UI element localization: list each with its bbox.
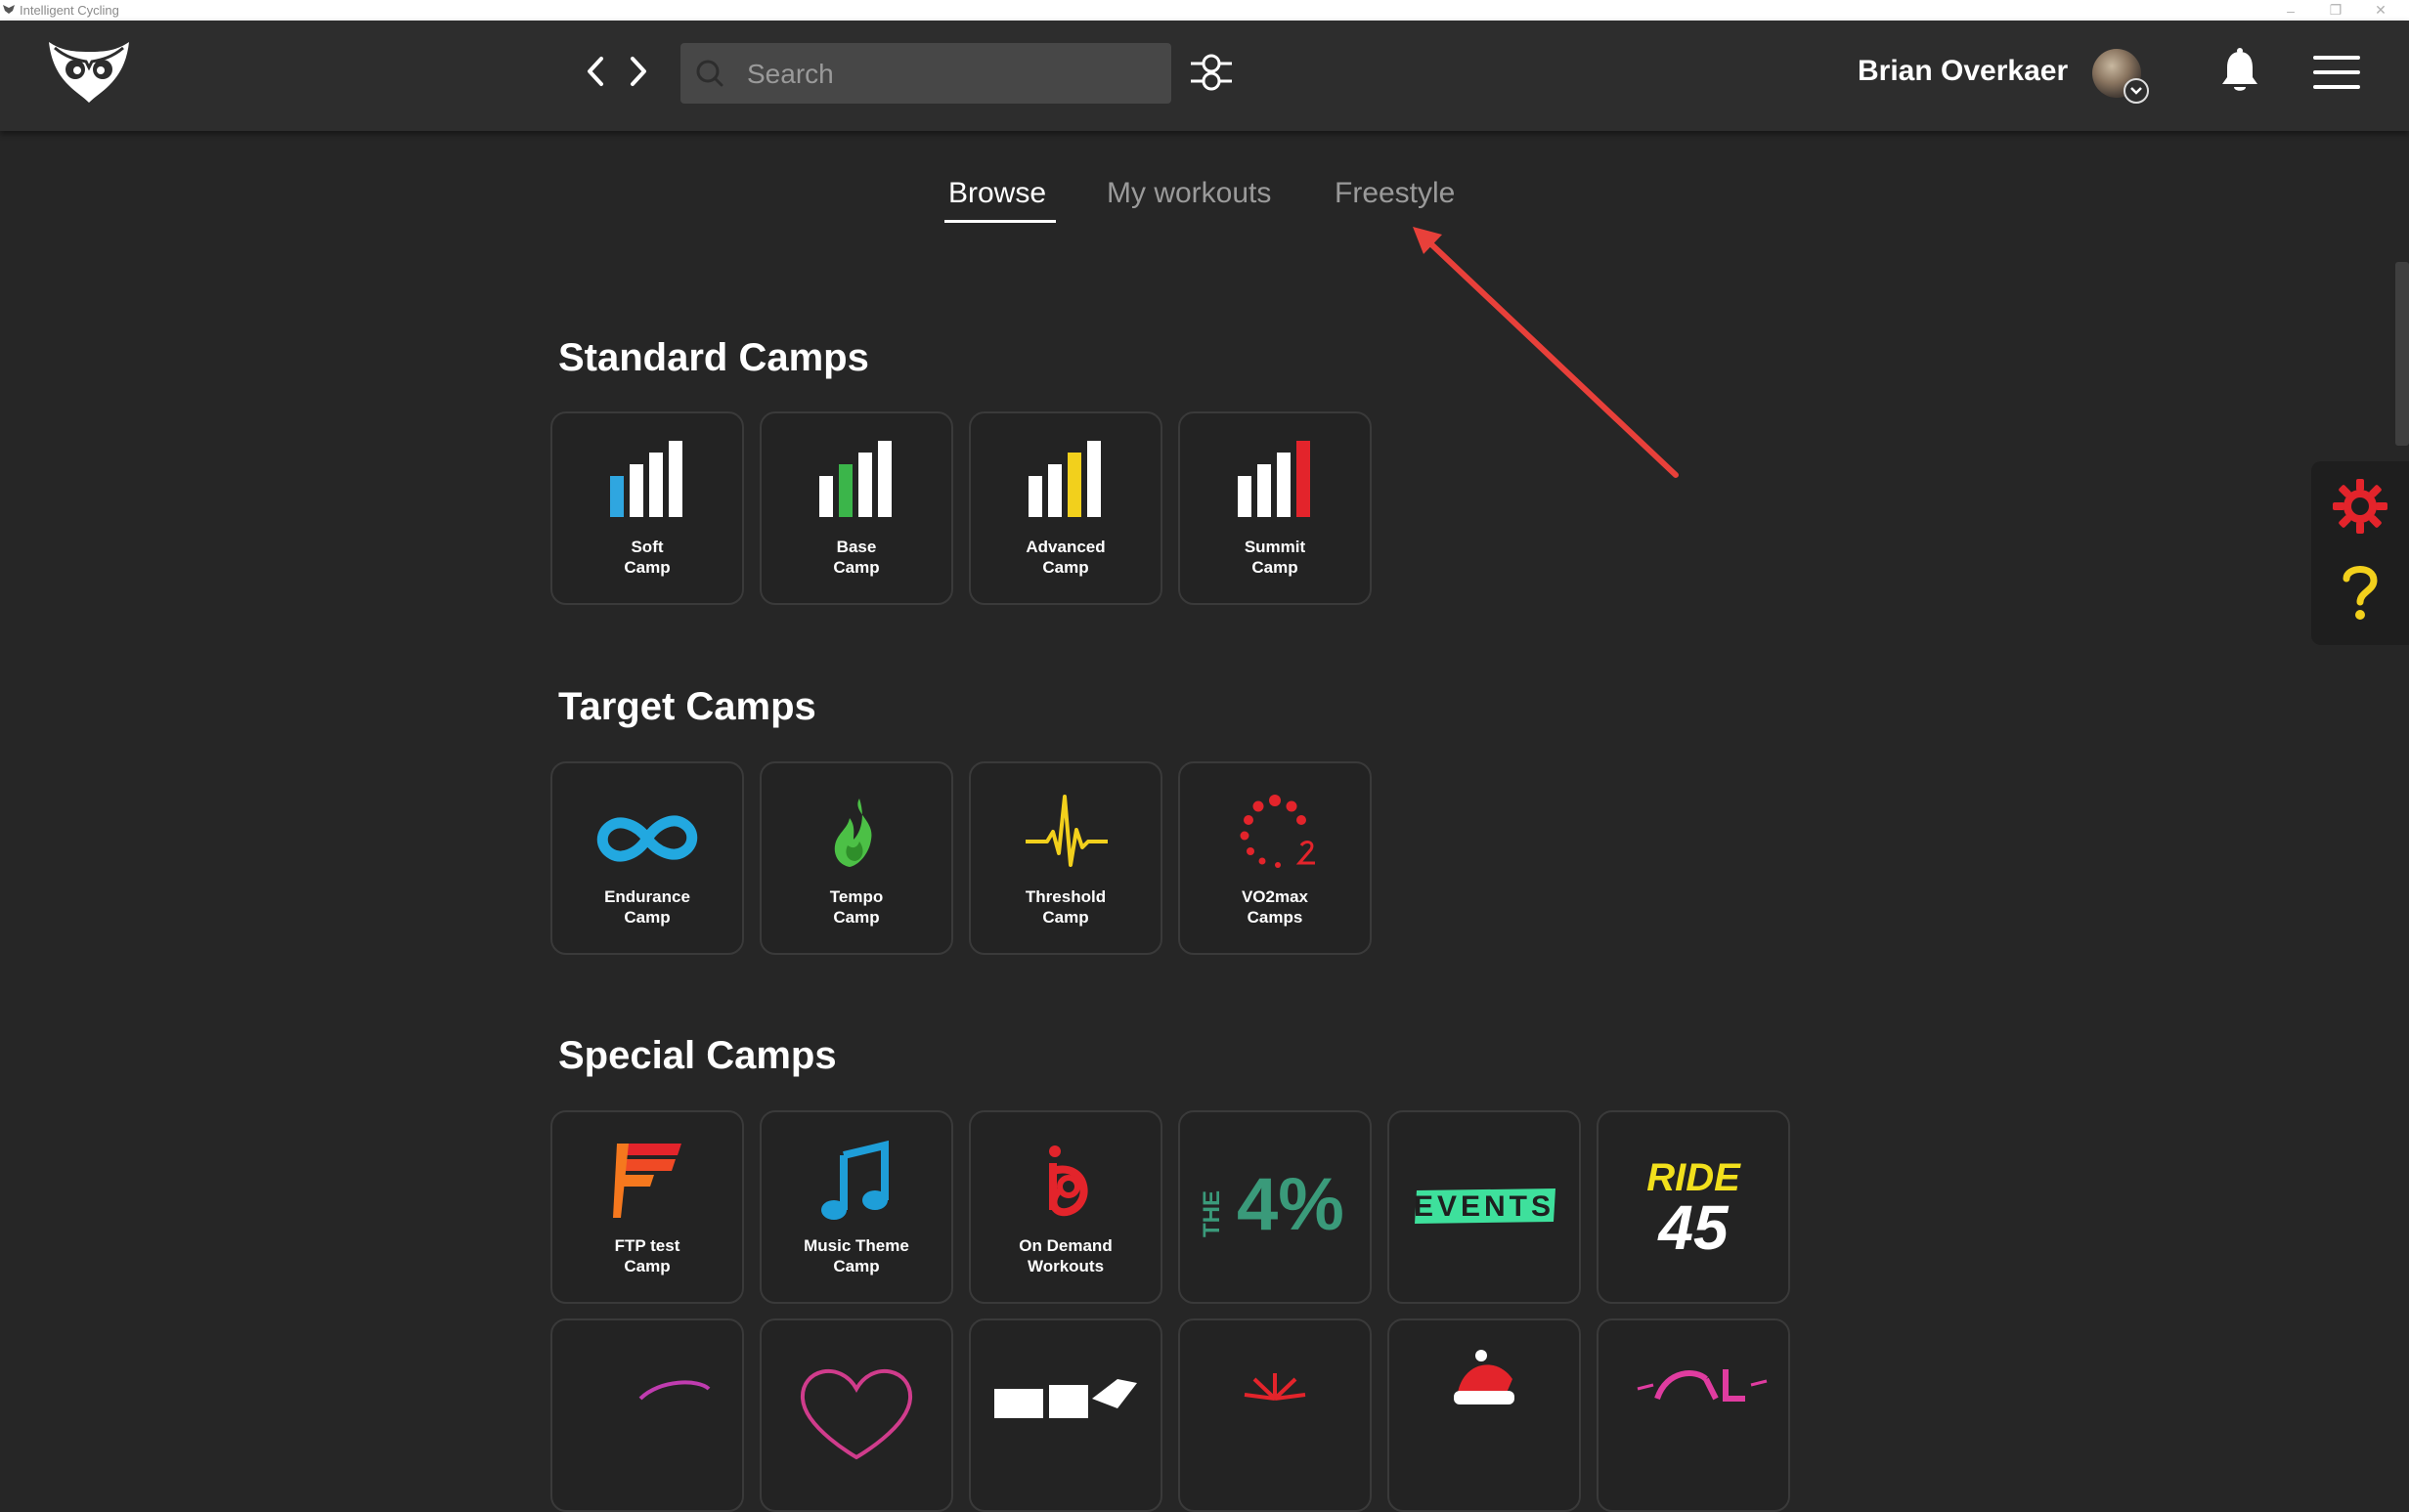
camp-card-partial-3[interactable] — [969, 1318, 1162, 1512]
swirl-logo — [638, 1380, 711, 1401]
window-titlebar: Intelligent Cycling – ❐ ✕ — [0, 0, 2409, 21]
camp-card-vo2max[interactable]: VO2max Camps — [1178, 761, 1372, 955]
active-tab-indicator — [944, 220, 1056, 223]
card-label: Summit Camp — [1244, 538, 1306, 577]
camp-card-events[interactable]: EVENTS — [1387, 1110, 1581, 1304]
svg-text:EVENTS: EVENTS — [1414, 1190, 1555, 1223]
fireworks-icon — [1244, 1373, 1306, 1401]
card-label: FTP test Camp — [614, 1236, 680, 1275]
card-label: VO2max Camps — [1241, 887, 1309, 927]
section-title-target-camps: Target Camps — [558, 685, 816, 728]
card-label: On Demand Workouts — [1019, 1236, 1113, 1275]
camp-card-tempo[interactable]: Tempo Camp — [760, 761, 953, 955]
filter-sliders-icon[interactable] — [1189, 48, 1234, 97]
back-arrow-icon[interactable] — [579, 52, 612, 91]
camp-card-ride-45[interactable]: RIDE 45 — [1597, 1110, 1790, 1304]
tab-freestyle[interactable]: Freestyle — [1335, 177, 1455, 210]
minimize-icon[interactable]: – — [2268, 0, 2313, 21]
camp-card-partial-girl[interactable] — [1597, 1318, 1790, 1512]
search-icon — [696, 60, 723, 92]
hamburger-menu-icon[interactable] — [2313, 56, 2360, 91]
scrollbar[interactable] — [2395, 262, 2409, 446]
user-name[interactable]: Brian Overkaer — [1858, 55, 2068, 88]
card-label: Base Camp — [833, 538, 880, 577]
camp-card-base[interactable]: Base Camp — [760, 411, 953, 605]
close-icon[interactable]: ✕ — [2358, 0, 2403, 21]
card-label: Music Theme Camp — [804, 1236, 909, 1275]
search-input[interactable] — [745, 43, 1160, 106]
camp-card-the-4-percent[interactable]: THE 4% — [1178, 1110, 1372, 1304]
camp-card-summit[interactable]: Summit Camp — [1178, 411, 1372, 605]
camp-card-partial-1[interactable] — [550, 1318, 744, 1512]
valentine-heart-logo — [800, 1369, 913, 1460]
banner-logo — [994, 1379, 1137, 1418]
tab-browse[interactable]: Browse — [948, 177, 1046, 210]
section-title-standard-camps: Standard Camps — [558, 336, 869, 379]
bell-icon[interactable] — [2219, 48, 2260, 95]
camp-card-on-demand[interactable]: On Demand Workouts — [969, 1110, 1162, 1304]
window-title: Intelligent Cycling — [20, 3, 119, 18]
camp-card-threshold[interactable]: Threshold Camp — [969, 761, 1162, 955]
chevron-down-icon[interactable] — [2124, 78, 2149, 104]
owl-logo-icon[interactable] — [47, 38, 131, 107]
svg-text:4%: 4% — [1237, 1163, 1344, 1246]
window-controls: – ❐ ✕ — [2268, 0, 2403, 21]
tab-bar: Browse My workouts Freestyle — [0, 177, 2409, 226]
camp-card-partial-valentine[interactable] — [760, 1318, 953, 1512]
forward-arrow-icon[interactable] — [622, 52, 655, 91]
top-bar: Brian Overkaer — [0, 21, 2409, 131]
camp-card-ftp-test[interactable]: FTP test Camp — [550, 1110, 744, 1304]
restore-icon[interactable]: ❐ — [2313, 0, 2358, 21]
tab-my-workouts[interactable]: My workouts — [1107, 177, 1271, 210]
card-label: Advanced Camp — [1026, 538, 1106, 577]
the-4-percent-logo: THE 4% — [1199, 1163, 1344, 1246]
card-label: Tempo Camp — [829, 887, 884, 927]
camp-card-partial-fireworks[interactable] — [1178, 1318, 1372, 1512]
side-panel — [2311, 461, 2409, 645]
card-label: Soft Camp — [624, 538, 671, 577]
settings-gear-icon[interactable] — [2331, 477, 2389, 536]
camp-card-partial-christmas[interactable] — [1387, 1318, 1581, 1512]
svg-text:45: 45 — [1656, 1192, 1730, 1263]
card-label: Endurance Camp — [604, 887, 690, 927]
events-logo: EVENTS — [1414, 1188, 1555, 1224]
section-title-special-camps: Special Camps — [558, 1034, 837, 1077]
grl-logo — [1637, 1369, 1768, 1402]
camp-card-music-theme[interactable]: Music Theme Camp — [760, 1110, 953, 1304]
camp-card-endurance[interactable]: Endurance Camp — [550, 761, 744, 955]
search-box[interactable] — [680, 43, 1171, 106]
card-label: Threshold Camp — [1025, 887, 1107, 927]
avatar[interactable] — [2092, 49, 2149, 104]
ride-45-logo: RIDE 45 — [1646, 1156, 1741, 1263]
camp-card-advanced[interactable]: Advanced Camp — [969, 411, 1162, 605]
help-question-icon[interactable] — [2339, 563, 2382, 622]
svg-text:THE: THE — [1199, 1190, 1225, 1237]
camp-card-soft[interactable]: Soft Camp — [550, 411, 744, 605]
app-logo-small-icon — [2, 3, 16, 18]
santa-hat-icon — [1454, 1350, 1514, 1404]
